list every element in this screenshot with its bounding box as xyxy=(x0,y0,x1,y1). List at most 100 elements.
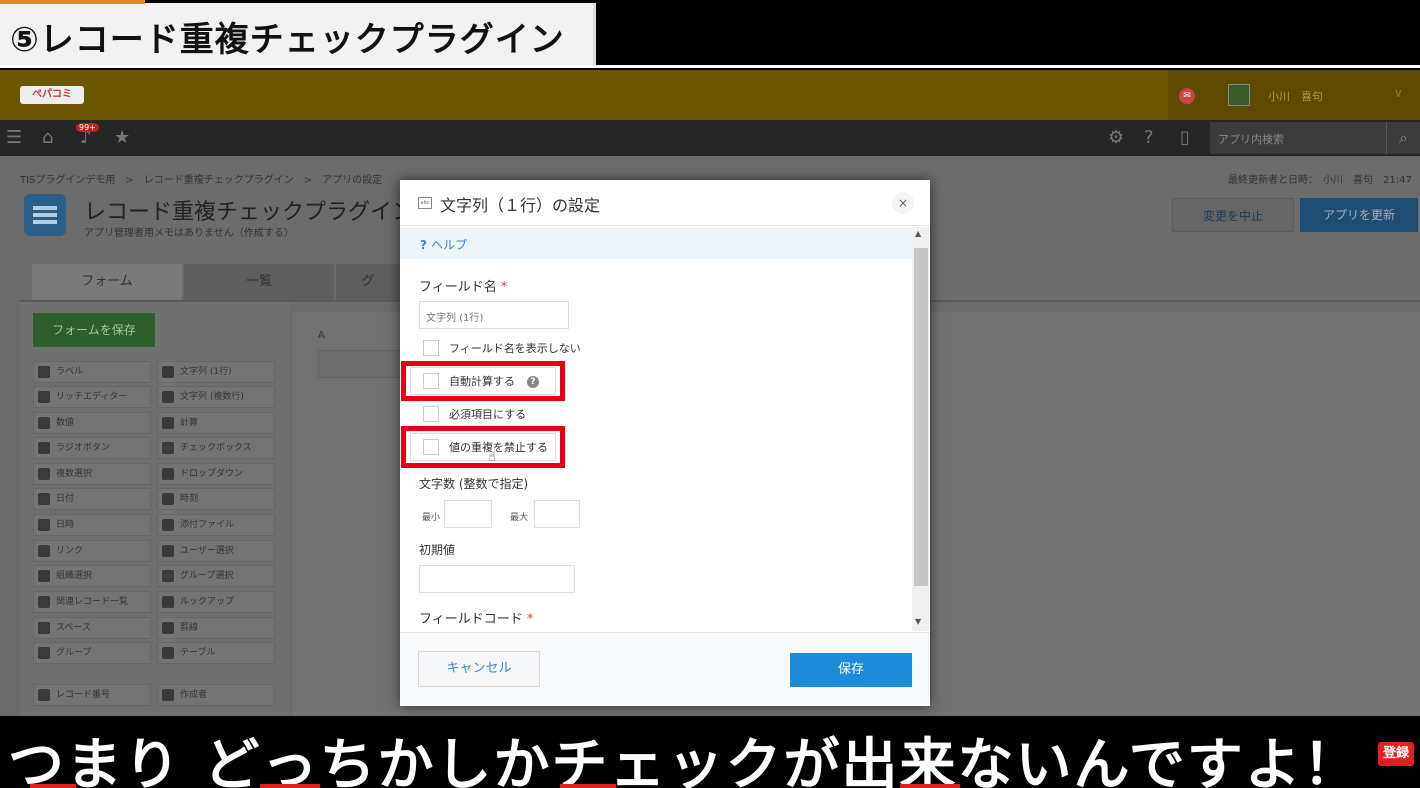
palette-item[interactable]: 関連レコード一覧 xyxy=(33,591,151,613)
palette-item-label: 文字列 (1行) xyxy=(180,367,232,377)
palette-item-label: レコード番号 xyxy=(56,690,111,700)
decor-line xyxy=(560,784,616,788)
palette-item[interactable]: 計算 xyxy=(157,412,275,434)
palette-item[interactable]: グループ選択 xyxy=(157,565,275,587)
default-value-input[interactable] xyxy=(419,565,575,593)
field-type-icon xyxy=(162,596,174,608)
field-type-icon xyxy=(162,366,174,378)
palette-item[interactable]: グループ xyxy=(33,642,151,664)
help-link[interactable]: ? ヘルプ xyxy=(420,236,467,253)
palette-item-label: リッチエディター xyxy=(56,392,128,402)
palette-item-label: 関連レコード一覧 xyxy=(56,597,129,607)
notification-icon[interactable]: ✉ xyxy=(1179,88,1195,104)
app-logo[interactable]: ぺパコミ xyxy=(20,86,84,104)
palette-item[interactable]: ドロップダウン xyxy=(157,463,275,485)
gear-icon[interactable]: ⚙ xyxy=(1108,127,1124,148)
min-length-input[interactable] xyxy=(444,500,492,528)
cancel-change-button[interactable]: 変更を中止 xyxy=(1172,198,1294,232)
tab-graph[interactable]: グ xyxy=(336,264,400,300)
app-list-icon xyxy=(24,194,66,236)
field-type-icon xyxy=(38,647,50,659)
palette-item[interactable]: テーブル xyxy=(157,642,275,664)
field-type-icon xyxy=(38,417,50,429)
avatar[interactable] xyxy=(1228,84,1250,106)
palette-item[interactable]: 罫線 xyxy=(157,617,275,639)
save-form-button[interactable]: フォームを保存 xyxy=(33,313,155,347)
user-name[interactable]: 小川 喜句 xyxy=(1268,88,1323,104)
palette-item-label: リンク xyxy=(56,546,84,556)
palette-item[interactable]: 作成者 xyxy=(157,684,275,706)
update-app-button[interactable]: アプリを更新 xyxy=(1300,198,1418,232)
palette-item-label: 日時 xyxy=(56,520,75,530)
question-icon: ? xyxy=(420,238,432,252)
palette-item[interactable]: 複数選択 xyxy=(33,463,151,485)
canvas-field-label: A xyxy=(318,330,325,341)
scroll-down-icon[interactable]: ▼ xyxy=(915,617,921,626)
menu-icon[interactable]: ☰ xyxy=(6,127,22,148)
palette-item-label: チェックボックス xyxy=(180,443,252,453)
star-icon[interactable]: ★ xyxy=(114,127,130,148)
help-link-label: ヘルプ xyxy=(431,238,468,252)
subscribe-badge[interactable]: 登録 xyxy=(1378,742,1414,766)
search-input[interactable]: アプリ内検索 xyxy=(1210,122,1386,154)
palette-item-label: スペース xyxy=(56,623,91,633)
field-type-icon xyxy=(38,545,50,557)
breadcrumb[interactable]: TISプラグインデモ用 > レコード重複チェックプラグイン > アプリの設定 xyxy=(20,171,382,186)
palette-item[interactable]: 日付 xyxy=(33,488,151,510)
close-icon[interactable]: × xyxy=(892,192,914,214)
text-field-icon: abc xyxy=(418,197,432,209)
hide-field-name-checkbox[interactable] xyxy=(423,340,439,356)
palette-item[interactable]: リッチエディター xyxy=(33,386,151,408)
palette-item[interactable]: ラベル xyxy=(33,361,151,383)
palette-item[interactable]: リンク xyxy=(33,540,151,562)
scrollbar-thumb[interactable] xyxy=(914,248,928,586)
search-icon[interactable]: ⌕ xyxy=(1386,122,1420,154)
max-length-input[interactable] xyxy=(534,500,580,528)
notification-badge: 99+ xyxy=(76,123,99,132)
decor-line xyxy=(900,784,960,788)
help-icon[interactable]: ? xyxy=(1144,127,1154,148)
palette-item[interactable]: 添付ファイル xyxy=(157,514,275,536)
cancel-button[interactable]: キャンセル xyxy=(418,651,540,687)
palette-item[interactable]: 日時 xyxy=(33,514,151,536)
palette-item[interactable]: レコード番号 xyxy=(33,684,151,706)
tab-form[interactable]: フォーム xyxy=(32,264,182,300)
chevron-down-icon[interactable]: ∨ xyxy=(1394,86,1403,100)
palette-item[interactable]: ルックアップ xyxy=(157,591,275,613)
field-type-icon xyxy=(38,570,50,582)
palette-item[interactable]: 文字列 (複数行) xyxy=(157,386,275,408)
canvas-field[interactable] xyxy=(318,350,402,378)
title-underline xyxy=(0,65,1420,68)
scroll-up-icon[interactable]: ▲ xyxy=(915,229,921,238)
nav-bar xyxy=(0,120,1420,156)
subtitle-caption: つまり どっちかしかチェックが出来ないんですよ！ xyxy=(8,733,1361,788)
palette-item[interactable]: ユーザー選択 xyxy=(157,540,275,562)
palette-item[interactable]: 数値 xyxy=(33,412,151,434)
palette-item-label: グループ xyxy=(56,648,92,658)
field-type-icon xyxy=(38,366,50,378)
length-label: 文字数 (整数で指定) xyxy=(419,477,529,491)
palette-item[interactable]: 時刻 xyxy=(157,488,275,510)
field-type-icon xyxy=(38,622,50,634)
page-title: レコード重複チェックプラグイン xyxy=(84,200,415,225)
field-type-icon xyxy=(162,545,174,557)
field-type-icon xyxy=(38,519,50,531)
last-updated: 最終更新者と日時： 小川 喜句 21:47 xyxy=(1228,175,1412,186)
field-name-input[interactable]: 文字列 (1行) xyxy=(419,301,569,329)
tab-list[interactable]: 一覧 xyxy=(184,264,334,300)
palette-item[interactable]: 文字列 (1行) xyxy=(157,361,275,383)
field-type-icon xyxy=(162,468,174,480)
home-icon[interactable]: ⌂ xyxy=(42,127,53,148)
palette-item[interactable]: ラジオボタン xyxy=(33,437,151,459)
palette-item[interactable]: スペース xyxy=(33,617,151,639)
palette-item-label: 時刻 xyxy=(180,494,199,504)
palette-item-label: 罫線 xyxy=(180,623,199,633)
help-bar xyxy=(400,227,912,259)
save-button[interactable]: 保存 xyxy=(790,653,912,687)
app-memo[interactable]: アプリ管理者用メモはありません（作成する） xyxy=(84,224,294,239)
required-checkbox[interactable] xyxy=(423,406,439,422)
palette-item[interactable]: チェックボックス xyxy=(157,437,275,459)
mobile-icon[interactable]: ▯ xyxy=(1180,127,1190,148)
field-type-icon xyxy=(162,417,174,429)
palette-item[interactable]: 組織選択 xyxy=(33,565,151,587)
